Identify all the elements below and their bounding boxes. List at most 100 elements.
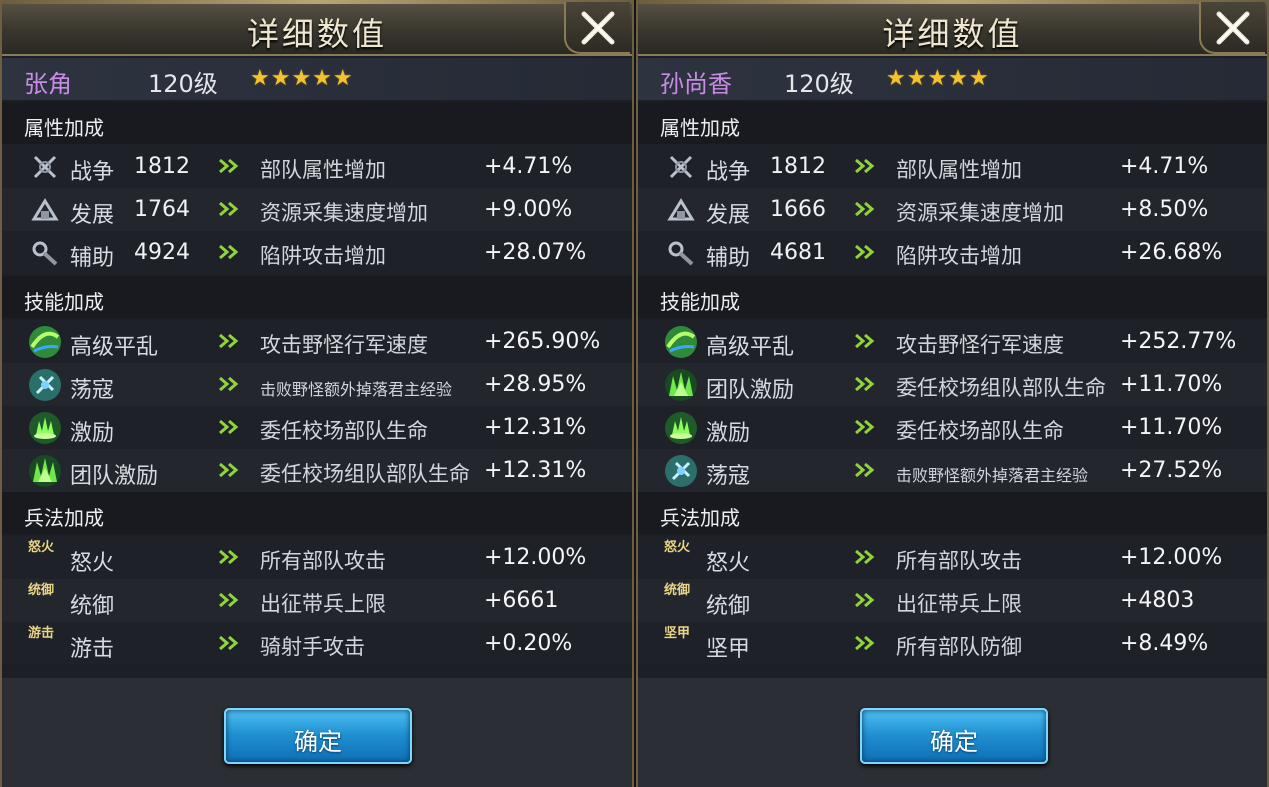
detail-panel-right: 详细数值 孙尚香 120级 ★★★★★ 属性加成 战争 1812 部队属性增加 … <box>636 0 1269 787</box>
star-rating: ★★★★★ <box>250 66 354 91</box>
section-title: 属性加成 <box>24 116 104 140</box>
footer-bar: 确定 <box>2 678 632 787</box>
tactic-desc: 所有部队攻击 <box>896 549 1022 573</box>
attribute-value: 1812 <box>134 154 190 179</box>
double-chevron-right-icon <box>219 244 239 260</box>
attribute-row: 辅助 4681 陷阱攻击增加 +26.68% <box>638 231 1267 274</box>
double-chevron-right-icon <box>855 549 875 565</box>
skill-desc: 攻击野怪行军速度 <box>260 333 428 357</box>
attribute-value: 4924 <box>134 240 190 265</box>
armor-icon: 坚甲 <box>664 626 691 641</box>
skill-bonus: +12.31% <box>484 458 587 483</box>
skill-row: 荡寇 击败野怪额外掉落君主经验 +28.95% <box>2 363 632 406</box>
skill-row: 团队激励 委任校场组队部队生命 +11.70% <box>638 363 1267 406</box>
skill-desc: 击败野怪额外掉落君主经验 <box>896 466 1089 485</box>
attribute-name: 战争 <box>706 160 751 185</box>
detail-panel-left: 详细数值 张角 120级 ★★★★★ 属性加成 战争 1812 部队属性增加 +… <box>0 0 634 787</box>
double-chevron-right-icon <box>219 462 239 478</box>
close-button[interactable] <box>1199 2 1265 54</box>
attribute-desc: 资源采集速度增加 <box>896 201 1064 225</box>
star-rating: ★★★★★ <box>886 66 990 91</box>
hero-level: 120级 <box>784 70 854 98</box>
double-chevron-right-icon <box>855 635 875 651</box>
tactic-row: 坚甲 坚甲 所有部队防御 +8.49% <box>638 622 1267 665</box>
double-chevron-right-icon <box>855 201 875 217</box>
double-chevron-right-icon <box>855 376 875 392</box>
attribute-bonus: +28.07% <box>484 240 587 265</box>
close-button[interactable] <box>564 2 630 54</box>
section-header-tactics: 兵法加成 <box>638 492 1267 534</box>
close-icon <box>581 11 615 45</box>
war-icon <box>669 155 693 179</box>
tactic-desc: 骑射手攻击 <box>260 635 365 659</box>
skill-desc: 击败野怪额外掉落君主经验 <box>260 380 453 399</box>
skill-row: 荡寇 击败野怪额外掉落君主经验 +27.52% <box>638 449 1267 492</box>
skill-bonus: +28.95% <box>484 372 587 397</box>
development-icon <box>31 198 59 221</box>
section-title: 兵法加成 <box>660 506 740 530</box>
double-chevron-right-icon <box>219 158 239 174</box>
double-chevron-right-icon <box>855 158 875 174</box>
skill-bonus: +12.31% <box>484 415 587 440</box>
tactic-name: 统御 <box>70 594 115 619</box>
double-chevron-right-icon <box>219 419 239 435</box>
attribute-desc: 部队属性增加 <box>260 158 386 182</box>
skill-desc: 委任校场组队部队生命 <box>260 462 470 486</box>
skill-name: 团队激励 <box>706 378 795 403</box>
skill-name: 荡寇 <box>706 464 751 489</box>
skill-name: 团队激励 <box>70 464 159 489</box>
skill-name: 高级平乱 <box>706 335 795 360</box>
tactic-desc: 所有部队防御 <box>896 635 1022 659</box>
skill-row: 高级平乱 攻击野怪行军速度 +252.77% <box>638 320 1267 363</box>
tactic-name: 统御 <box>706 594 751 619</box>
skill-row: 高级平乱 攻击野怪行军速度 +265.90% <box>2 320 632 363</box>
double-chevron-right-icon <box>219 549 239 565</box>
confirm-label: 确定 <box>930 728 978 756</box>
tactic-row: 统御 统御 出征带兵上限 +4803 <box>638 579 1267 622</box>
section-header-attributes: 属性加成 <box>638 102 1267 144</box>
double-chevron-right-icon <box>855 462 875 478</box>
tactic-desc: 出征带兵上限 <box>896 592 1022 616</box>
tactic-desc: 所有部队攻击 <box>260 549 386 573</box>
attribute-value: 1812 <box>770 154 826 179</box>
attribute-desc: 资源采集速度增加 <box>260 201 428 225</box>
close-icon <box>1216 11 1250 45</box>
tactic-bonus: +12.00% <box>484 545 587 570</box>
attribute-desc: 部队属性增加 <box>896 158 1022 182</box>
development-icon <box>667 198 695 221</box>
double-chevron-right-icon <box>219 333 239 349</box>
skill-desc: 委任校场部队生命 <box>896 419 1064 443</box>
support-icon <box>32 241 58 266</box>
tactic-bonus: +0.20% <box>484 631 573 656</box>
skill-row: 激励 委任校场部队生命 +11.70% <box>638 406 1267 449</box>
tactic-row: 怒火 怒火 所有部队攻击 +12.00% <box>2 536 632 579</box>
attribute-row: 发展 1666 资源采集速度增加 +8.50% <box>638 188 1267 231</box>
double-chevron-right-icon <box>219 592 239 608</box>
section-title: 兵法加成 <box>24 506 104 530</box>
attribute-bonus: +26.68% <box>1120 240 1223 265</box>
team-inspire-icon <box>29 455 61 487</box>
raid-icon <box>665 455 697 487</box>
advanced-pacify-icon <box>665 326 697 358</box>
tactic-name: 坚甲 <box>706 637 751 662</box>
skill-bonus: +11.70% <box>1120 372 1223 397</box>
attribute-name: 战争 <box>70 160 115 185</box>
section-header-skills: 技能加成 <box>638 276 1267 318</box>
confirm-button[interactable]: 确定 <box>860 708 1048 764</box>
hero-name: 孙尚香 <box>660 70 732 98</box>
skill-name: 荡寇 <box>70 378 115 403</box>
tactic-bonus: +4803 <box>1120 588 1195 613</box>
skill-desc: 委任校场部队生命 <box>260 419 428 443</box>
attribute-row: 发展 1764 资源采集速度增加 +9.00% <box>2 188 632 231</box>
title-bar: 详细数值 <box>638 0 1267 56</box>
attribute-value: 4681 <box>770 240 826 265</box>
attribute-bonus: +8.50% <box>1120 197 1209 222</box>
tactic-name: 怒火 <box>70 551 115 576</box>
panel-title: 详细数值 <box>246 15 387 53</box>
tactic-bonus: +6661 <box>484 588 559 613</box>
hero-name: 张角 <box>24 70 72 98</box>
double-chevron-right-icon <box>219 201 239 217</box>
tactic-name: 怒火 <box>706 551 751 576</box>
attribute-row: 战争 1812 部队属性增加 +4.71% <box>2 145 632 188</box>
confirm-button[interactable]: 确定 <box>224 708 412 764</box>
